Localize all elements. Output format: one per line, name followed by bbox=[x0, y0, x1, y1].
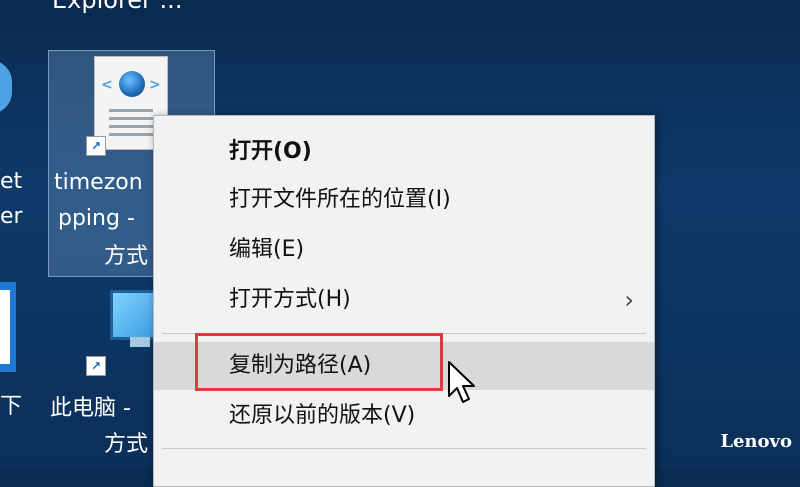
left-label-fragment-3: 下 bbox=[0, 394, 23, 419]
menu-item-label: 编辑(E) bbox=[229, 237, 305, 262]
icon-label-line-2: pping - bbox=[58, 206, 135, 231]
document-line bbox=[109, 125, 153, 128]
highlight-box bbox=[195, 333, 443, 391]
this-pc-label-line-1: 此电脑 - bbox=[50, 396, 131, 421]
this-pc-label-line-2: 方式 bbox=[104, 432, 149, 457]
monitor-stand bbox=[130, 337, 150, 347]
menu-item-open-file-location[interactable]: 打开文件所在的位置(I) bbox=[154, 176, 654, 224]
chevron-right-icon: > bbox=[149, 77, 161, 93]
document-line bbox=[109, 133, 153, 136]
menu-item-open[interactable]: 打开(O) bbox=[154, 128, 654, 176]
document-icon-left-inner bbox=[0, 290, 10, 364]
document-line bbox=[109, 109, 153, 112]
mouse-cursor-icon bbox=[448, 361, 475, 403]
context-menu: 打开(O) 打开文件所在的位置(I) 编辑(E) 打开方式(H) › 复制为路径… bbox=[153, 115, 655, 487]
edge-icon[interactable] bbox=[0, 60, 12, 114]
menu-item-label: 还原以前的版本(V) bbox=[229, 403, 416, 428]
menu-item-label: 打开文件所在的位置(I) bbox=[229, 187, 451, 212]
menu-item-restore-previous-versions[interactable]: 还原以前的版本(V) bbox=[154, 392, 654, 440]
left-label-fragment-2: er bbox=[0, 204, 23, 229]
desktop-icon-label-fragment: Explorer ... bbox=[52, 0, 183, 14]
menu-item-open-with[interactable]: 打开方式(H) › bbox=[154, 276, 654, 324]
chevron-left-icon: < bbox=[101, 77, 113, 93]
shortcut-arrow-icon: ↗ bbox=[86, 136, 106, 156]
icon-label-line-3: 方式 bbox=[104, 244, 149, 269]
icon-label-line-1: timezon bbox=[54, 170, 143, 195]
globe-icon bbox=[119, 71, 145, 97]
document-line bbox=[109, 117, 153, 120]
left-label-fragment-1: et bbox=[0, 169, 23, 194]
chevron-right-icon: › bbox=[624, 286, 634, 314]
menu-item-label: 打开方式(H) bbox=[229, 287, 351, 312]
shortcut-arrow-icon: ↗ bbox=[86, 356, 106, 376]
menu-separator bbox=[162, 448, 646, 449]
watermark: Lenovo bbox=[720, 431, 792, 452]
menu-item-label: 打开(O) bbox=[229, 139, 312, 164]
menu-item-edit[interactable]: 编辑(E) bbox=[154, 226, 654, 274]
